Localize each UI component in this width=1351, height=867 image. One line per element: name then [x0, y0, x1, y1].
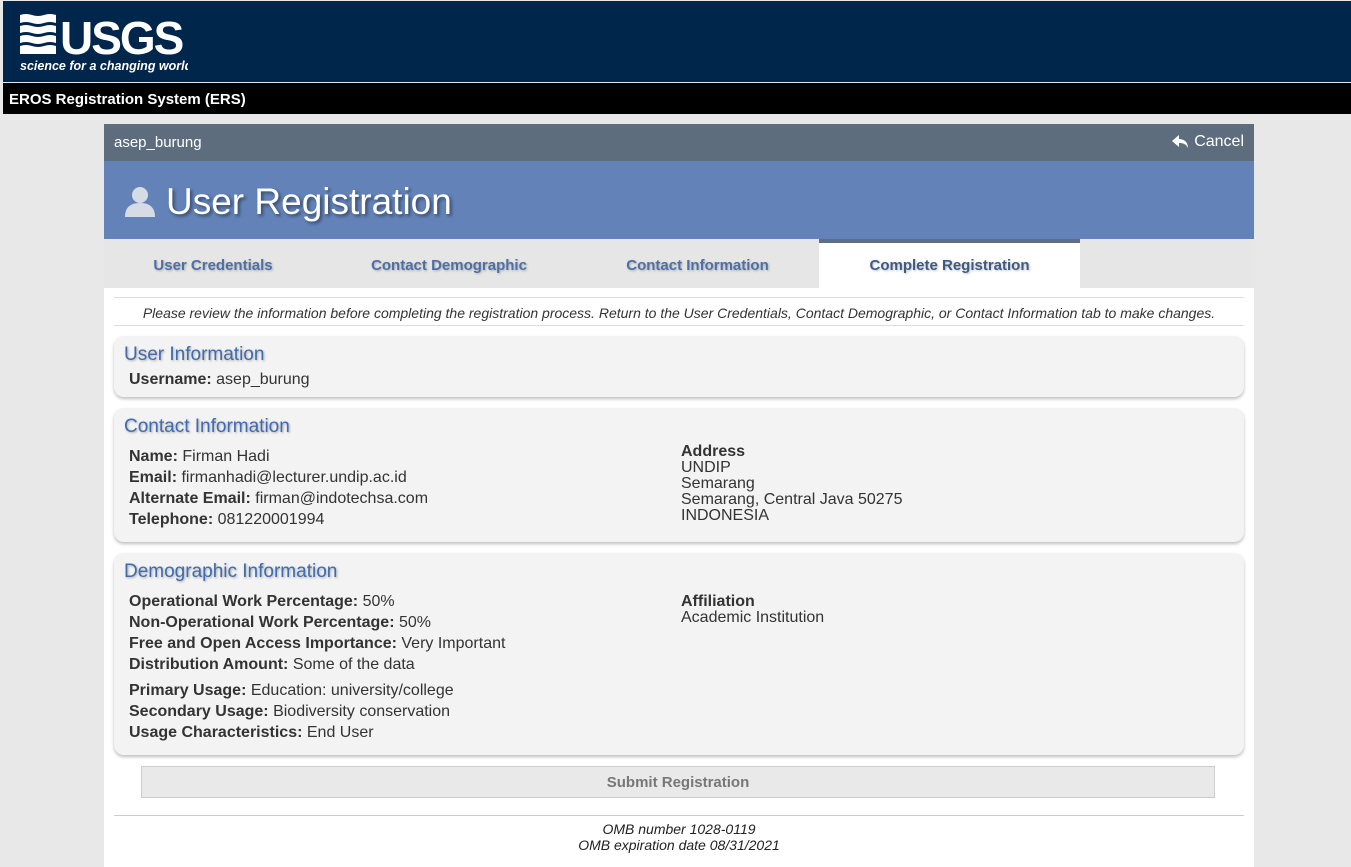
svg-text:USGS: USGS	[60, 12, 183, 64]
usgs-header: USGS science for a changing world	[3, 1, 1351, 82]
page-title-bar: User Registration	[104, 161, 1254, 239]
primary-usage-row: Primary Usage: Education: university/col…	[129, 682, 454, 699]
cancel-label: Cancel	[1194, 133, 1244, 150]
tab-contact-demographic[interactable]: Contact Demographic	[322, 239, 576, 288]
username-row: Username: asep_burung	[129, 371, 310, 388]
section-title: Contact Information	[124, 416, 290, 437]
tab-bar: User Credentials Contact Demographic Con…	[104, 239, 1254, 288]
non-operational-row: Non-Operational Work Percentage: 50%	[129, 614, 432, 631]
free-open-access-row: Free and Open Access Importance: Very Im…	[129, 635, 506, 652]
section-title: Demographic Information	[124, 561, 338, 582]
review-notice: Please review the information before com…	[114, 297, 1244, 326]
tab-complete-registration[interactable]: Complete Registration	[819, 239, 1080, 288]
tab-contact-information[interactable]: Contact Information	[576, 239, 819, 288]
demographic-information-section: Demographic Information Operational Work…	[114, 553, 1244, 755]
footer-divider	[114, 815, 1244, 816]
alt-email-row: Alternate Email: firman@indotechsa.com	[129, 490, 429, 507]
operational-row: Operational Work Percentage: 50%	[129, 593, 395, 610]
usgs-logo[interactable]: USGS science for a changing world	[18, 11, 193, 75]
user-information-section: User Information Username: asep_burung	[114, 336, 1244, 397]
omb-number: OMB number 1028-0119	[602, 821, 756, 837]
user-icon	[124, 185, 156, 222]
section-title: User Information	[124, 344, 265, 365]
system-name-bar: EROS Registration System (ERS)	[3, 83, 1351, 114]
omb-expiration: OMB expiration date 08/31/2021	[578, 837, 780, 853]
email-row: Email: firmanhadi@lecturer.undip.ac.id	[129, 469, 407, 486]
distribution-amount-row: Distribution Amount: Some of the data	[129, 656, 415, 673]
cancel-button[interactable]: Cancel	[1172, 133, 1244, 151]
secondary-usage-row: Secondary Usage: Biodiversity conservati…	[129, 703, 451, 720]
contact-information-section: Contact Information Name: Firman Hadi Em…	[114, 408, 1244, 542]
name-row: Name: Firman Hadi	[129, 448, 270, 465]
tab-user-credentials[interactable]: User Credentials	[104, 239, 322, 288]
current-username: asep_burung	[114, 134, 202, 151]
usage-characteristics-row: Usage Characteristics: End User	[129, 724, 374, 741]
user-strip: asep_burung Cancel	[104, 124, 1254, 161]
address-block: Address UNDIP Semarang Semarang, Central…	[681, 443, 903, 524]
affiliation-block: Affiliation Academic Institution	[681, 593, 825, 626]
svg-text:science for a changing world: science for a changing world	[20, 59, 188, 73]
reply-icon	[1172, 135, 1189, 148]
registration-panel: asep_burung Cancel User Registration Use…	[104, 124, 1254, 867]
submit-registration-button[interactable]: Submit Registration	[141, 766, 1215, 798]
page-title: User Registration	[166, 181, 452, 222]
telephone-row: Telephone: 081220001994	[129, 511, 325, 528]
